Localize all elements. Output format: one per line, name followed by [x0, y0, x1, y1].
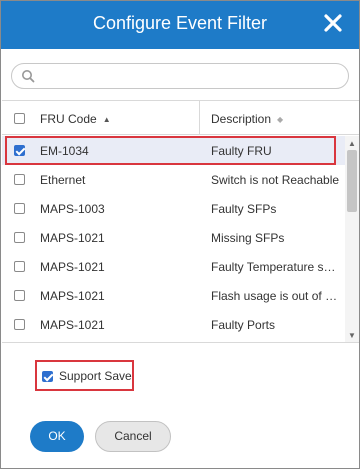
row-checkbox[interactable]	[14, 290, 25, 301]
table-row[interactable]: MAPS-1003 Faulty SFPs	[2, 194, 345, 223]
row-checkbox[interactable]	[14, 203, 25, 214]
sort-unsorted-icon: ◆	[277, 115, 284, 124]
description-cell: Faulty FRU	[211, 144, 272, 158]
table-row[interactable]: MAPS-1021 Faulty Ports	[2, 310, 345, 339]
fru-code-cell: MAPS-1021	[40, 289, 105, 303]
table-header: FRU Code ▲ Description ◆	[2, 100, 359, 135]
search-input[interactable]	[11, 63, 349, 89]
close-icon	[324, 14, 342, 32]
table-row[interactable]: MAPS-1021 Flash usage is out of ran...	[2, 281, 345, 310]
section-divider	[2, 342, 359, 343]
fru-code-cell: EM-1034	[40, 144, 89, 158]
fru-code-cell: MAPS-1021	[40, 318, 105, 332]
event-filter-table: FRU Code ▲ Description ◆ EM-1034 Faulty FR…	[2, 100, 359, 342]
ok-button[interactable]: OK	[30, 421, 84, 452]
sort-ascending-icon: ▲	[102, 115, 111, 124]
select-all-checkbox[interactable]	[14, 113, 25, 124]
support-save-label: Support Save	[59, 369, 132, 383]
table-row[interactable]: EM-1034 Faulty FRU	[2, 136, 345, 165]
dialog-titlebar: Configure Event Filter	[1, 1, 359, 49]
configure-event-filter-dialog: Configure Event Filter FRU Code ▲ Descrip…	[0, 0, 360, 469]
close-button[interactable]	[321, 11, 345, 35]
table-row[interactable]: MAPS-1021 Faulty Temperature sen...	[2, 252, 345, 281]
description-cell: Faulty Temperature sen...	[211, 260, 341, 274]
row-checkbox[interactable]	[14, 261, 25, 272]
column-header-description[interactable]: Description ◆	[211, 112, 283, 126]
fru-code-cell: MAPS-1021	[40, 231, 105, 245]
column-divider	[199, 101, 200, 134]
description-cell: Flash usage is out of ran...	[211, 289, 341, 303]
support-save-option[interactable]: Support Save	[35, 360, 134, 391]
table-row[interactable]: Ethernet Switch is not Reachable	[2, 165, 345, 194]
row-checkbox[interactable]	[14, 232, 25, 243]
dialog-title: Configure Event Filter	[92, 13, 268, 33]
cancel-button[interactable]: Cancel	[95, 421, 171, 452]
fru-code-cell: MAPS-1003	[40, 202, 105, 216]
table-body: EM-1034 Faulty FRU Ethernet Switch is no…	[2, 136, 345, 342]
description-cell: Faulty SFPs	[211, 202, 277, 216]
table-scrollbar[interactable]: ▲ ▼	[345, 136, 359, 342]
row-checkbox[interactable]	[14, 145, 25, 156]
description-cell: Faulty Ports	[211, 318, 276, 332]
scroll-up-arrow-icon[interactable]: ▲	[348, 139, 356, 148]
support-save-checkbox[interactable]	[42, 371, 53, 382]
scroll-down-arrow-icon[interactable]: ▼	[348, 331, 356, 340]
fru-code-cell: MAPS-1021	[40, 260, 105, 274]
scrollbar-thumb[interactable]	[347, 150, 357, 212]
description-cell: Switch is not Reachable	[211, 173, 340, 187]
table-row[interactable]: MAPS-1021 Missing SFPs	[2, 223, 345, 252]
search-icon	[22, 70, 35, 83]
fru-code-cell: Ethernet	[40, 173, 86, 187]
row-checkbox[interactable]	[14, 319, 25, 330]
column-header-fru-code[interactable]: FRU Code ▲	[40, 112, 111, 126]
row-checkbox[interactable]	[14, 174, 25, 185]
description-cell: Missing SFPs	[211, 231, 285, 245]
